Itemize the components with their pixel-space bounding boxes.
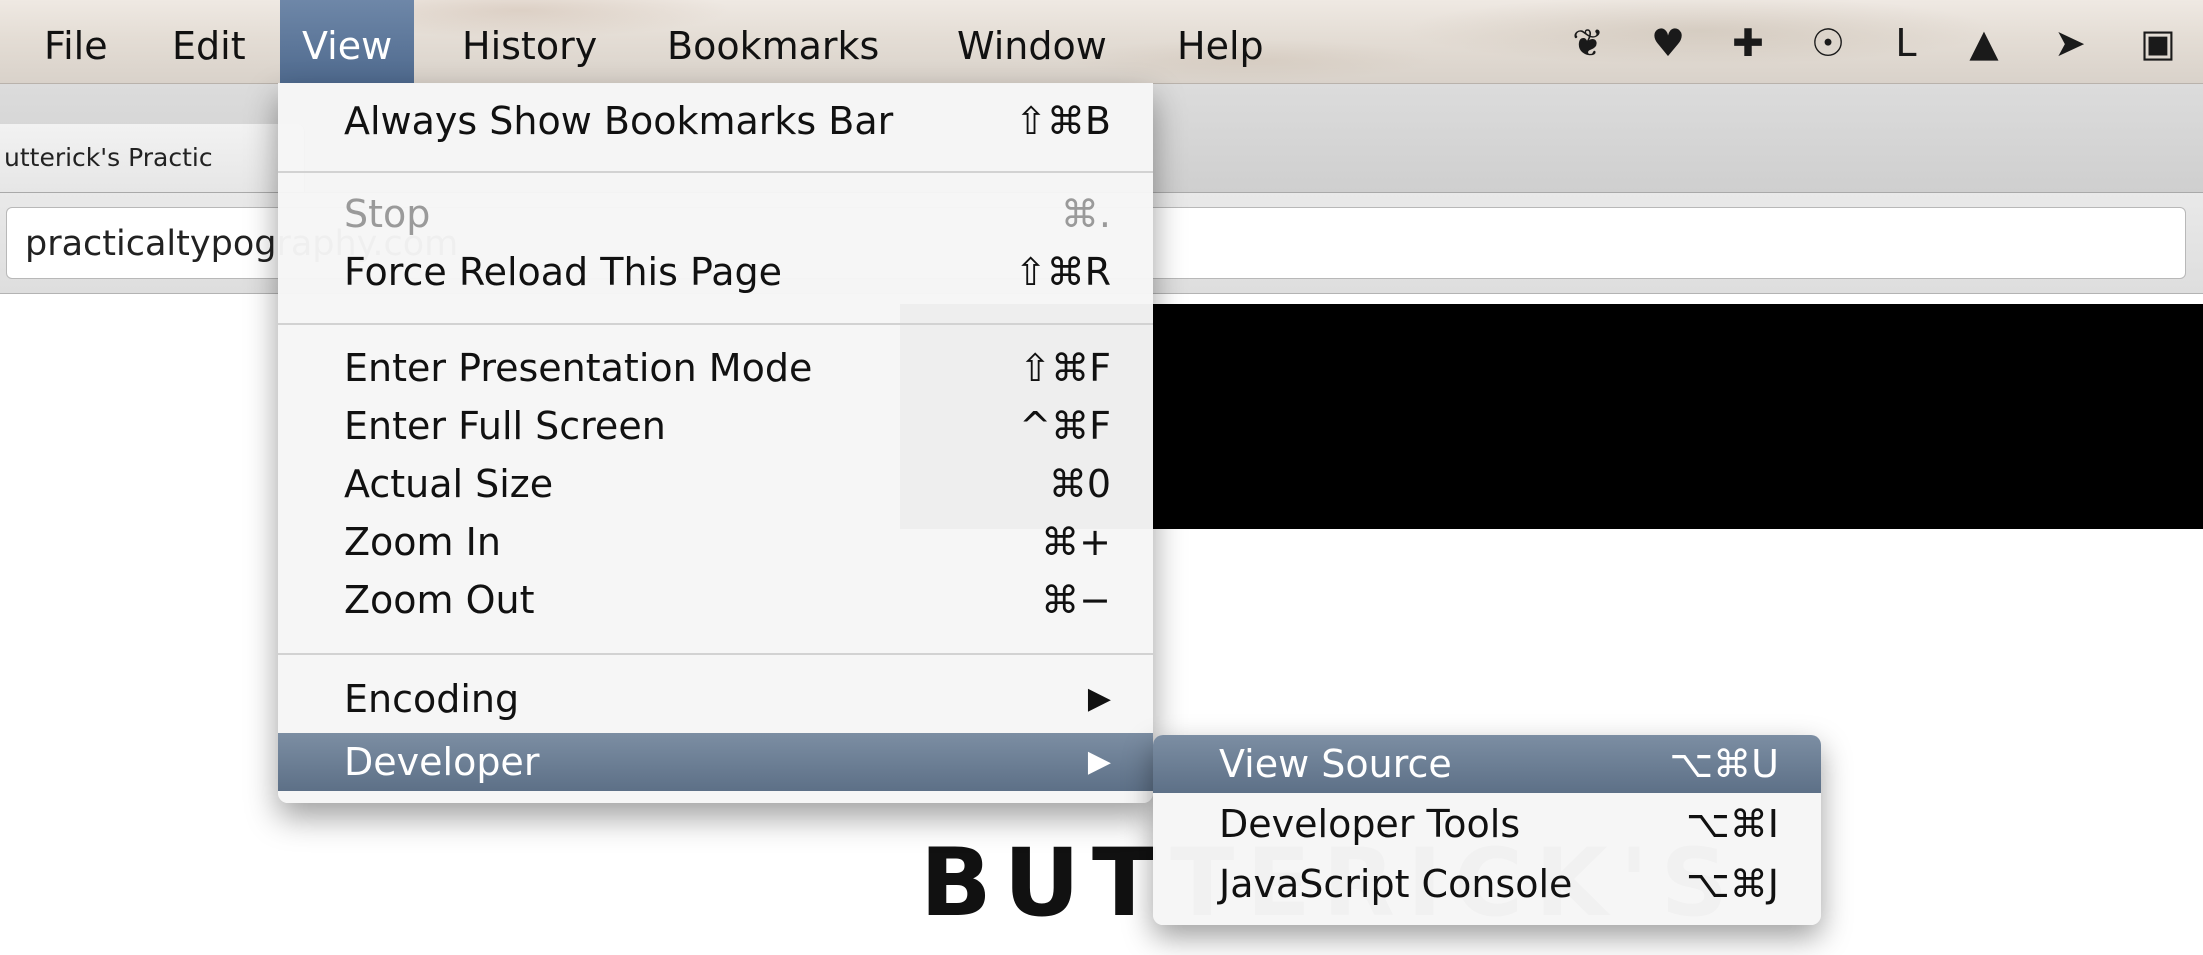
menu-item-label: Enter Full Screen [344,404,666,448]
menu-item-developer-tools[interactable]: Developer Tools ⌥⌘I [1153,795,1821,853]
menu-view[interactable]: View [280,0,415,83]
menu-item-shortcut: ⌘0 [1048,462,1111,506]
google-drive-icon[interactable]: ▲ [1961,20,2007,66]
menu-item-label: Actual Size [344,462,554,506]
menu-history[interactable]: History [440,0,619,83]
browser-tab[interactable]: utterick's Practic [0,124,305,192]
menu-item-shortcut: ^⌘F [1019,404,1111,448]
menu-item-shortcut: ⌘+ [1041,520,1111,564]
submenu-arrow-icon: ▶ [1087,681,1111,716]
menu-item-zoom-out[interactable]: Zoom Out ⌘− [278,571,1153,629]
menu-item-label: Developer Tools [1219,802,1521,846]
menu-bookmarks[interactable]: Bookmarks [645,0,901,83]
menu-item-label: View Source [1219,742,1452,786]
menu-window[interactable]: Window [935,0,1129,83]
menu-item-developer[interactable]: Developer ▶ [278,733,1153,791]
menu-separator [278,653,1153,655]
menu-item-shortcut: ⌥⌘J [1686,862,1779,906]
menu-item-encoding[interactable]: Encoding ▶ [278,670,1153,728]
menu-item-always-show-bookmarks-bar[interactable]: Always Show Bookmarks Bar ⇧⌘B [278,92,1153,150]
menu-item-shortcut: ⌥⌘U [1669,742,1779,786]
l-letter-icon[interactable]: L [1883,20,1929,66]
menu-edit[interactable]: Edit [150,0,268,83]
menu-item-shortcut: ⇧⌘R [1014,250,1111,294]
arrow-forward-icon[interactable]: ➤ [2047,20,2093,66]
menu-item-label: Zoom Out [344,578,535,622]
menu-separator [278,171,1153,173]
menu-item-actual-size[interactable]: Actual Size ⌘0 [278,455,1153,513]
menu-item-force-reload[interactable]: Force Reload This Page ⇧⌘R [278,243,1153,301]
submenu-arrow-icon: ▶ [1087,744,1111,779]
menu-item-view-source[interactable]: View Source ⌥⌘U [1153,735,1821,793]
menu-item-label: Encoding [344,677,520,721]
menu-separator [278,323,1153,325]
menu-item-shortcut: ⇧⌘F [1019,346,1111,390]
pocket-icon[interactable]: ♥ [1645,20,1691,66]
menu-bar: File Edit View History Bookmarks Window … [0,0,2203,84]
evernote-icon[interactable]: ❦ [1565,20,1611,66]
tab-title: utterick's Practic [4,143,213,172]
menu-help[interactable]: Help [1155,0,1286,83]
menu-item-label: Enter Presentation Mode [344,346,813,390]
menu-item-zoom-in[interactable]: Zoom In ⌘+ [278,513,1153,571]
menu-item-shortcut: ⌘− [1041,578,1111,622]
menu-item-javascript-console[interactable]: JavaScript Console ⌥⌘J [1153,855,1821,913]
bag-icon[interactable]: ▣ [2135,20,2181,66]
menu-item-shortcut: ⌥⌘I [1686,802,1779,846]
menu-item-label: Always Show Bookmarks Bar [344,99,894,143]
menu-item-shortcut: ⌘. [1060,192,1111,236]
view-menu-dropdown: Always Show Bookmarks Bar ⇧⌘B Stop ⌘. Fo… [278,83,1153,803]
plus-cross-icon[interactable]: ✚ [1725,20,1771,66]
menu-item-enter-presentation-mode[interactable]: Enter Presentation Mode ⇧⌘F [278,339,1153,397]
menu-file[interactable]: File [22,0,130,83]
menu-item-label: Stop [344,192,431,236]
menu-item-label: JavaScript Console [1219,862,1573,906]
menu-item-stop: Stop ⌘. [278,185,1153,243]
menu-item-shortcut: ⇧⌘B [1015,99,1111,143]
menu-item-label: Zoom In [344,520,501,564]
menu-item-enter-full-screen[interactable]: Enter Full Screen ^⌘F [278,397,1153,455]
menu-item-label: Developer [344,740,540,784]
menu-item-label: Force Reload This Page [344,250,782,294]
developer-submenu: View Source ⌥⌘U Developer Tools ⌥⌘I Java… [1153,735,1821,925]
circle-logo-icon[interactable]: ☉ [1805,20,1851,66]
